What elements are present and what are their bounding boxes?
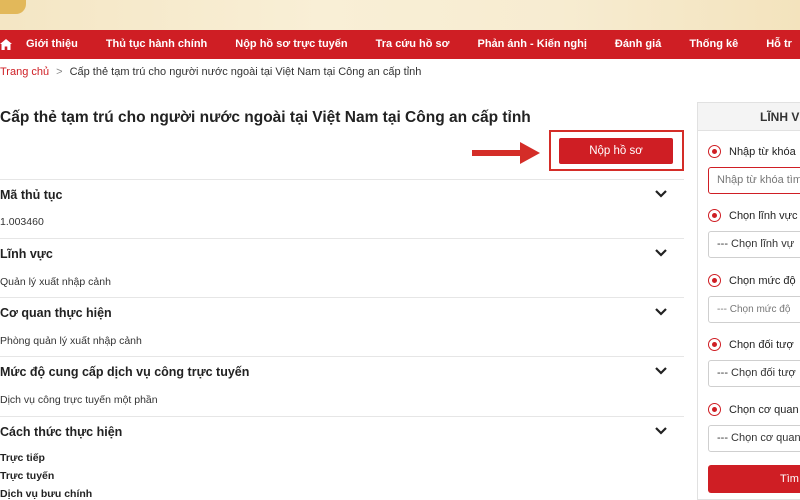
radio-agency[interactable]: Chọn cơ quan <box>708 403 799 416</box>
nav-item-online-submit[interactable]: Nộp hồ sơ trực tuyến <box>221 30 361 59</box>
section-agency[interactable]: Cơ quan thực hiện Phòng quản lý xuất nhậ… <box>0 297 684 356</box>
radio-label: Chọn cơ quan <box>729 403 799 416</box>
method-item: Trực tuyến <box>0 470 55 482</box>
section-value: 1.003460 <box>0 216 44 228</box>
section-field[interactable]: Lĩnh vực Quản lý xuất nhập cảnh <box>0 238 684 297</box>
arrow-right-icon <box>472 142 540 164</box>
main-nav: Giới thiệu Thủ tục hành chính Nộp hồ sơ … <box>0 30 800 59</box>
logo-fragment <box>0 0 26 14</box>
section-title: Lĩnh vực <box>0 247 53 261</box>
radio-level[interactable]: Chọn mức độ <box>708 274 796 287</box>
radio-selected-icon[interactable] <box>708 274 721 287</box>
filter-panel: LĨNH VỰ Nhập từ khóa Nhập từ khóa tìm Ch… <box>697 102 800 500</box>
section-method[interactable]: Cách thức thực hiện Trực tiếp Trực tuyến… <box>0 416 684 500</box>
radio-label: Chọn mức độ <box>729 274 796 287</box>
nav-item-support[interactable]: Hỗ tr <box>752 30 800 59</box>
section-service-level[interactable]: Mức độ cung cấp dịch vụ công trực tuyến … <box>0 356 684 416</box>
radio-field[interactable]: Chọn lĩnh vực <box>708 209 798 222</box>
home-icon[interactable] <box>0 30 12 59</box>
nav-item-rating[interactable]: Đánh giá <box>601 30 675 59</box>
section-value: Quản lý xuất nhập cảnh <box>0 276 111 288</box>
agency-select[interactable]: --- Chọn cơ quan <box>708 425 800 452</box>
radio-selected-icon[interactable] <box>708 145 721 158</box>
chevron-down-icon[interactable] <box>654 248 668 258</box>
field-select[interactable]: --- Chọn lĩnh vự <box>708 231 800 258</box>
method-item: Dịch vụ bưu chính <box>0 488 93 500</box>
top-banner <box>0 0 800 30</box>
radio-target[interactable]: Chọn đối tượ <box>708 338 794 351</box>
radio-keyword[interactable]: Nhập từ khóa <box>708 145 796 158</box>
nav-item-about[interactable]: Giới thiệu <box>12 30 92 59</box>
radio-selected-icon[interactable] <box>708 338 721 351</box>
chevron-down-icon[interactable] <box>654 189 668 199</box>
breadcrumb-current: Cấp thẻ tạm trú cho người nước ngoài tại… <box>69 66 422 78</box>
radio-label: Nhập từ khóa <box>729 145 796 158</box>
nav-item-lookup[interactable]: Tra cứu hồ sơ <box>362 30 464 59</box>
method-item: Trực tiếp <box>0 452 45 464</box>
breadcrumb: Trang chủ > Cấp thẻ tạm trú cho người nư… <box>0 64 421 80</box>
radio-selected-icon[interactable] <box>708 209 721 222</box>
breadcrumb-home-link[interactable]: Trang chủ <box>0 66 49 78</box>
radio-label: Chọn lĩnh vực <box>729 209 798 222</box>
chevron-down-icon[interactable] <box>654 426 668 436</box>
section-title: Cơ quan thực hiện <box>0 306 112 320</box>
submit-application-button[interactable]: Nộp hồ sơ <box>559 138 673 164</box>
section-title: Mức độ cung cấp dịch vụ công trực tuyến <box>0 365 250 379</box>
section-value: Dịch vụ công trực tuyến một phần <box>0 394 158 406</box>
search-button[interactable]: Tìm <box>708 465 800 493</box>
nav-item-procedures[interactable]: Thủ tục hành chính <box>92 30 221 59</box>
section-value: Phòng quản lý xuất nhập cảnh <box>0 335 142 347</box>
section-procedure-code[interactable]: Mã thủ tục 1.003460 <box>0 179 684 238</box>
target-select[interactable]: --- Chọn đối tượ <box>708 360 800 387</box>
section-title: Cách thức thực hiện <box>0 425 123 439</box>
radio-selected-icon[interactable] <box>708 403 721 416</box>
chevron-down-icon[interactable] <box>654 307 668 317</box>
breadcrumb-separator: > <box>56 66 63 78</box>
page-title: Cấp thẻ tạm trú cho người nước ngoài tại… <box>0 109 531 126</box>
section-title: Mã thủ tục <box>0 188 63 202</box>
nav-item-statistics[interactable]: Thống kê <box>675 30 752 59</box>
chevron-down-icon[interactable] <box>654 366 668 376</box>
keyword-input[interactable]: Nhập từ khóa tìm <box>708 167 800 194</box>
nav-item-feedback[interactable]: Phản ánh - Kiến nghị <box>463 30 600 59</box>
panel-title: LĨNH VỰ <box>698 103 800 131</box>
radio-label: Chọn đối tượ <box>729 338 794 351</box>
level-select[interactable]: --- Chọn mức độ <box>708 296 800 323</box>
